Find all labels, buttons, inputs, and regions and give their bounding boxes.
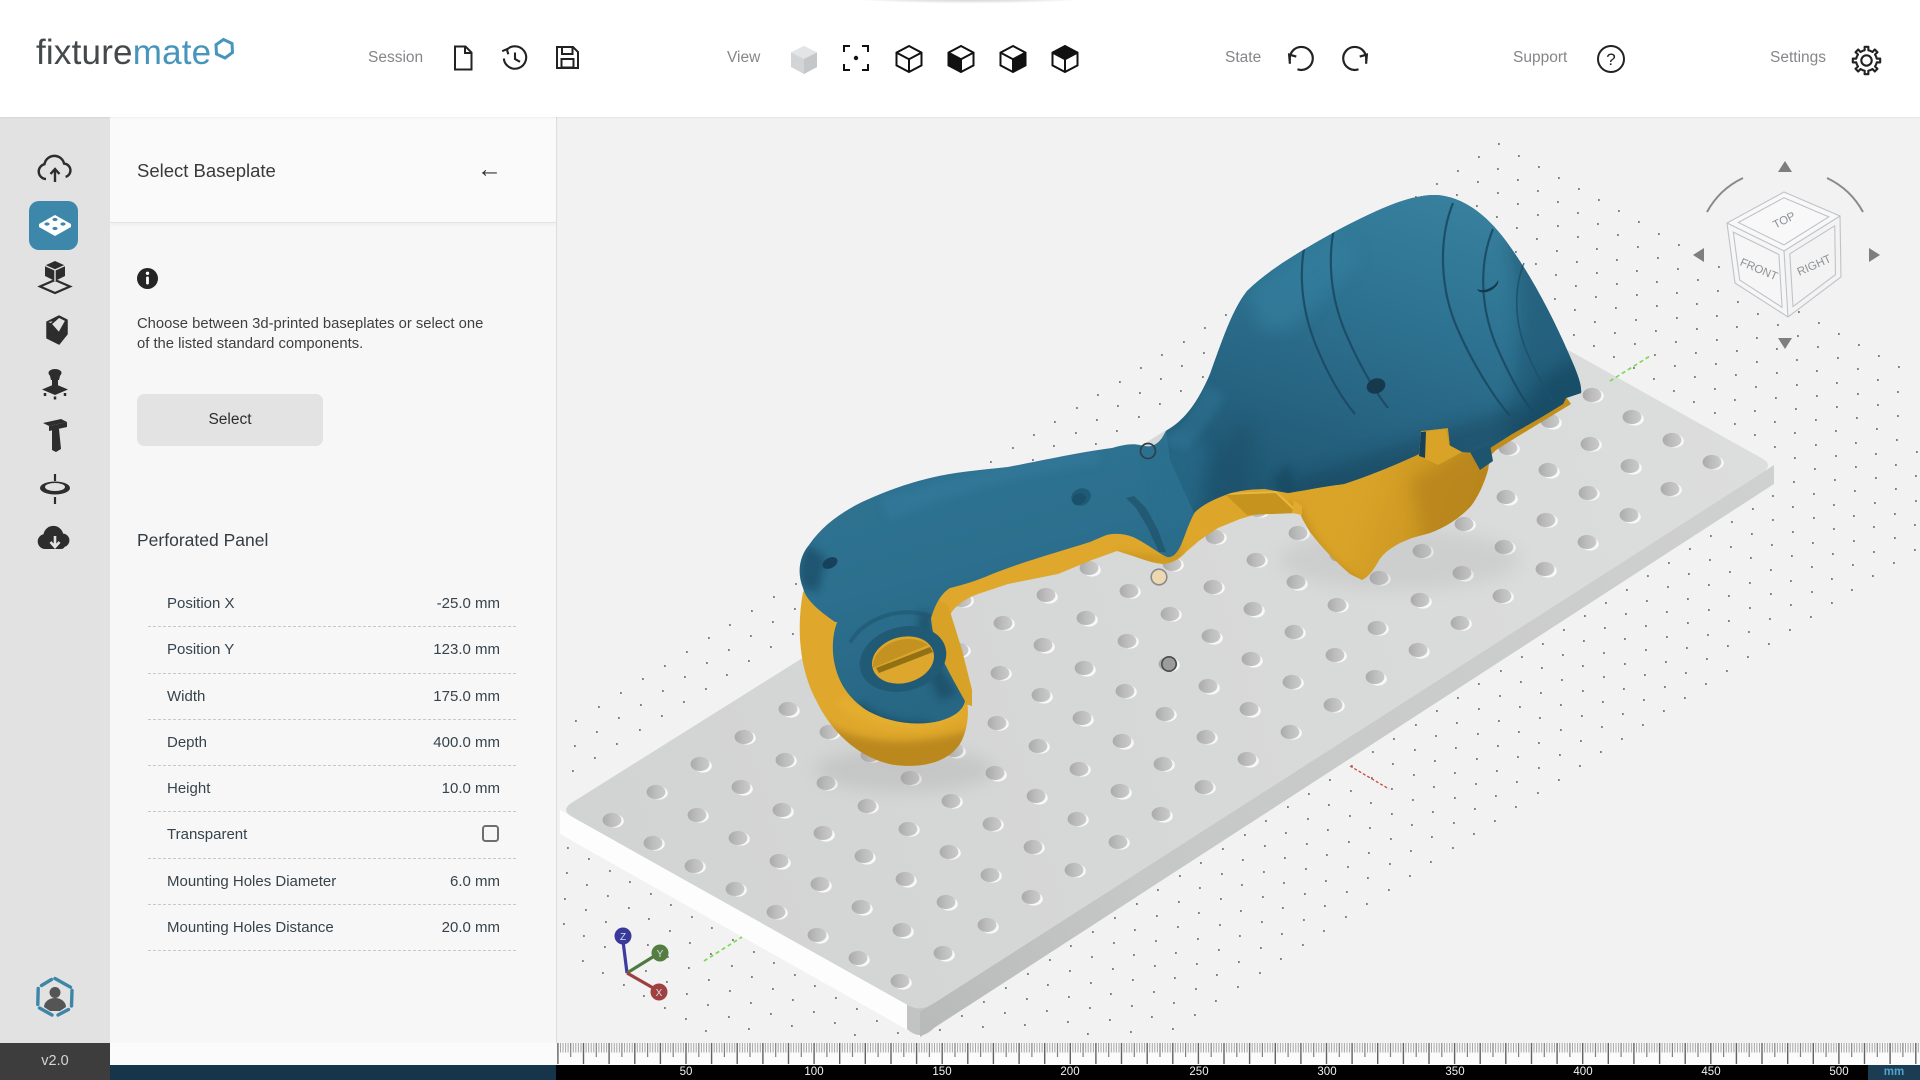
svg-text:Y: Y [657,949,664,960]
svg-text:X: X [656,988,663,999]
svg-text:?: ? [1606,50,1615,69]
svg-text:Z: Z [620,932,626,943]
